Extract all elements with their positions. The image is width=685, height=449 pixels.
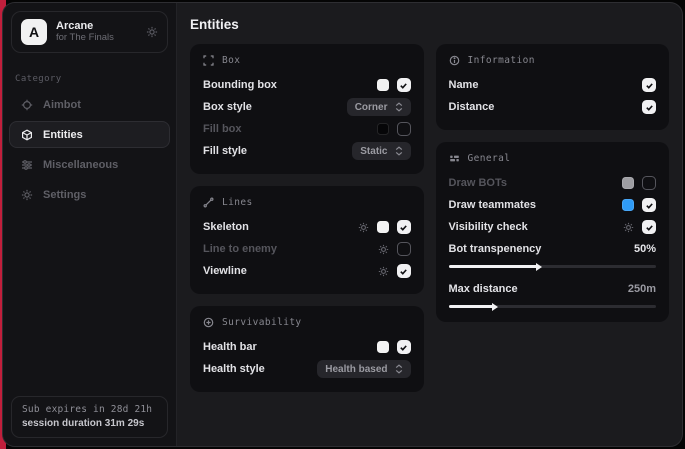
brand-card: A Arcane for The Finals	[11, 11, 168, 53]
chevron-up-down-icon	[395, 364, 403, 374]
checkbox[interactable]	[397, 78, 411, 92]
color-swatch[interactable]	[377, 79, 389, 91]
panel-information: Information Name Distance	[436, 44, 670, 130]
slider-value: 250m	[628, 283, 656, 295]
sidebar-item-label: Entities	[43, 129, 83, 141]
slider-value: 50%	[634, 243, 656, 255]
panel-title: Survivability	[222, 317, 302, 328]
right-column: Information Name Distance	[436, 44, 670, 322]
slider-thumb[interactable]	[536, 263, 542, 271]
health-icon	[203, 317, 214, 328]
checkbox[interactable]	[642, 100, 656, 114]
gear-icon[interactable]	[146, 26, 158, 38]
info-icon	[449, 55, 460, 66]
setting-row: Name	[449, 74, 657, 96]
screen: A Arcane for The Finals Category	[0, 0, 685, 449]
checkbox[interactable]	[642, 78, 656, 92]
setting-row: Bounding box	[203, 74, 411, 96]
panel-title: Information	[468, 55, 535, 66]
gear-icon[interactable]	[623, 222, 634, 233]
setting-row: Draw BOTs	[449, 172, 657, 194]
setting-row: Line to enemy	[203, 238, 411, 260]
chevron-up-down-icon	[395, 102, 403, 112]
color-swatch[interactable]	[622, 177, 634, 189]
sidebar-item-label: Aimbot	[43, 99, 81, 111]
sliders-icon	[20, 159, 33, 171]
app-subtitle: for The Finals	[56, 33, 137, 44]
left-column: Box Bounding box Box	[190, 44, 424, 392]
chevron-up-down-icon	[395, 146, 403, 156]
gear-icon[interactable]	[358, 222, 369, 233]
sidebar-item-miscellaneous[interactable]: Miscellaneous	[9, 151, 170, 178]
health-style-dropdown[interactable]: Health based	[317, 360, 410, 378]
setting-row: Health style Health based	[203, 358, 411, 380]
color-swatch[interactable]	[377, 123, 389, 135]
panel-box: Box Bounding box Box	[190, 44, 424, 174]
setting-row: Draw teammates	[449, 194, 657, 216]
slider-label-row: Bot transpenency 50%	[449, 238, 657, 260]
panel-title: General	[468, 153, 511, 164]
max-distance-slider[interactable]	[449, 305, 657, 308]
sidebar-item-settings[interactable]: Settings	[9, 181, 170, 208]
app-window: A Arcane for The Finals Category	[2, 2, 683, 447]
sidebar-item-label: Settings	[43, 189, 86, 201]
sidebar-item-aimbot[interactable]: Aimbot	[9, 91, 170, 118]
sidebar-item-entities[interactable]: Entities	[9, 121, 170, 148]
checkbox[interactable]	[642, 220, 656, 234]
category-label: Category	[15, 74, 164, 84]
gear-icon	[20, 189, 33, 201]
slider-thumb[interactable]	[492, 303, 498, 311]
box-style-dropdown[interactable]: Corner	[347, 98, 411, 116]
setting-row: Fill style Static	[203, 140, 411, 162]
sidebar: A Arcane for The Finals Category	[3, 3, 177, 446]
subscription-status-card: Sub expires in 28d 21h session duration …	[11, 396, 168, 438]
sub-expiry-text: Sub expires in 28d 21h	[22, 404, 157, 415]
box-corners-icon	[203, 55, 214, 66]
fill-style-dropdown[interactable]: Static	[352, 142, 410, 160]
line-icon	[203, 197, 214, 208]
checkbox[interactable]	[642, 176, 656, 190]
checkbox[interactable]	[642, 198, 656, 212]
setting-row: Visibility check	[449, 216, 657, 238]
grid-icon	[449, 153, 460, 164]
panel-survivability: Survivability Health bar	[190, 306, 424, 392]
checkbox[interactable]	[397, 264, 411, 278]
sidebar-nav: Aimbot Entities Mi	[3, 91, 176, 208]
setting-row: Fill box	[203, 118, 411, 140]
panel-lines: Lines Skeleton	[190, 186, 424, 294]
bot-transparency-slider[interactable]	[449, 265, 657, 268]
panel-title: Box	[222, 55, 240, 66]
setting-row: Viewline	[203, 260, 411, 282]
panel-general: General Draw BOTs Draw teammates	[436, 142, 670, 322]
app-title: Arcane	[56, 20, 137, 33]
crosshair-icon	[20, 99, 33, 111]
sidebar-item-label: Miscellaneous	[43, 159, 118, 171]
checkbox[interactable]	[397, 340, 411, 354]
app-logo: A	[21, 19, 47, 45]
cube-icon	[20, 129, 33, 141]
session-duration-text: session duration 31m 29s	[22, 418, 157, 429]
main-content: Entities Box	[177, 3, 682, 446]
setting-row: Skeleton	[203, 216, 411, 238]
color-swatch[interactable]	[622, 199, 634, 211]
panel-title: Lines	[222, 197, 253, 208]
page-title: Entities	[190, 17, 669, 32]
checkbox[interactable]	[397, 122, 411, 136]
setting-row: Health bar	[203, 336, 411, 358]
gear-icon[interactable]	[378, 266, 389, 277]
setting-row: Box style Corner	[203, 96, 411, 118]
color-swatch[interactable]	[377, 341, 389, 353]
slider-label-row: Max distance 250m	[449, 278, 657, 300]
color-swatch[interactable]	[377, 221, 389, 233]
checkbox[interactable]	[397, 220, 411, 234]
setting-row: Distance	[449, 96, 657, 118]
gear-icon[interactable]	[378, 244, 389, 255]
checkbox[interactable]	[397, 242, 411, 256]
